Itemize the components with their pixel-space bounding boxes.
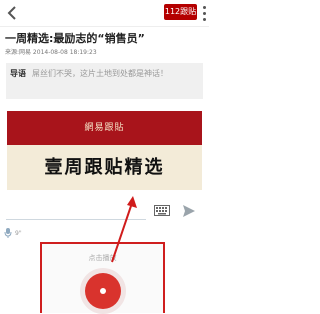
comment-count-badge[interactable]: 112跟贴 <box>164 4 197 20</box>
comment-input-bar <box>0 199 209 223</box>
intro-label: 导语 <box>10 69 26 78</box>
record-play-button[interactable] <box>80 268 126 314</box>
back-arrow-icon[interactable] <box>4 4 22 22</box>
comment-input[interactable] <box>6 219 146 220</box>
voice-record-panel: 点击播放 <box>40 242 165 314</box>
record-play-icon <box>85 273 121 309</box>
microphone-icon <box>4 228 12 238</box>
banner-header: 網易跟貼 <box>7 111 202 145</box>
more-vertical-icon[interactable] <box>200 4 208 22</box>
voice-duration: 9" <box>15 229 22 237</box>
article-meta: 来源:网易 2014-08-08 18:19:23 <box>5 49 97 56</box>
voice-clip[interactable]: 9" <box>4 227 22 239</box>
tap-to-play-label: 点击播放 <box>88 254 117 262</box>
top-bar: 112跟贴 <box>0 0 209 27</box>
send-icon[interactable] <box>182 204 196 218</box>
keyboard-icon[interactable] <box>154 205 170 216</box>
banner-title: 壹周跟贴精选 <box>7 145 202 190</box>
intro-box: 导语 屌丝们不哭，这片土地到处都是神话！ <box>6 63 203 99</box>
intro-text: 屌丝们不哭，这片土地到处都是神话！ <box>32 69 168 78</box>
article-title: 一周精选:最励志的“销售员” <box>5 32 145 45</box>
